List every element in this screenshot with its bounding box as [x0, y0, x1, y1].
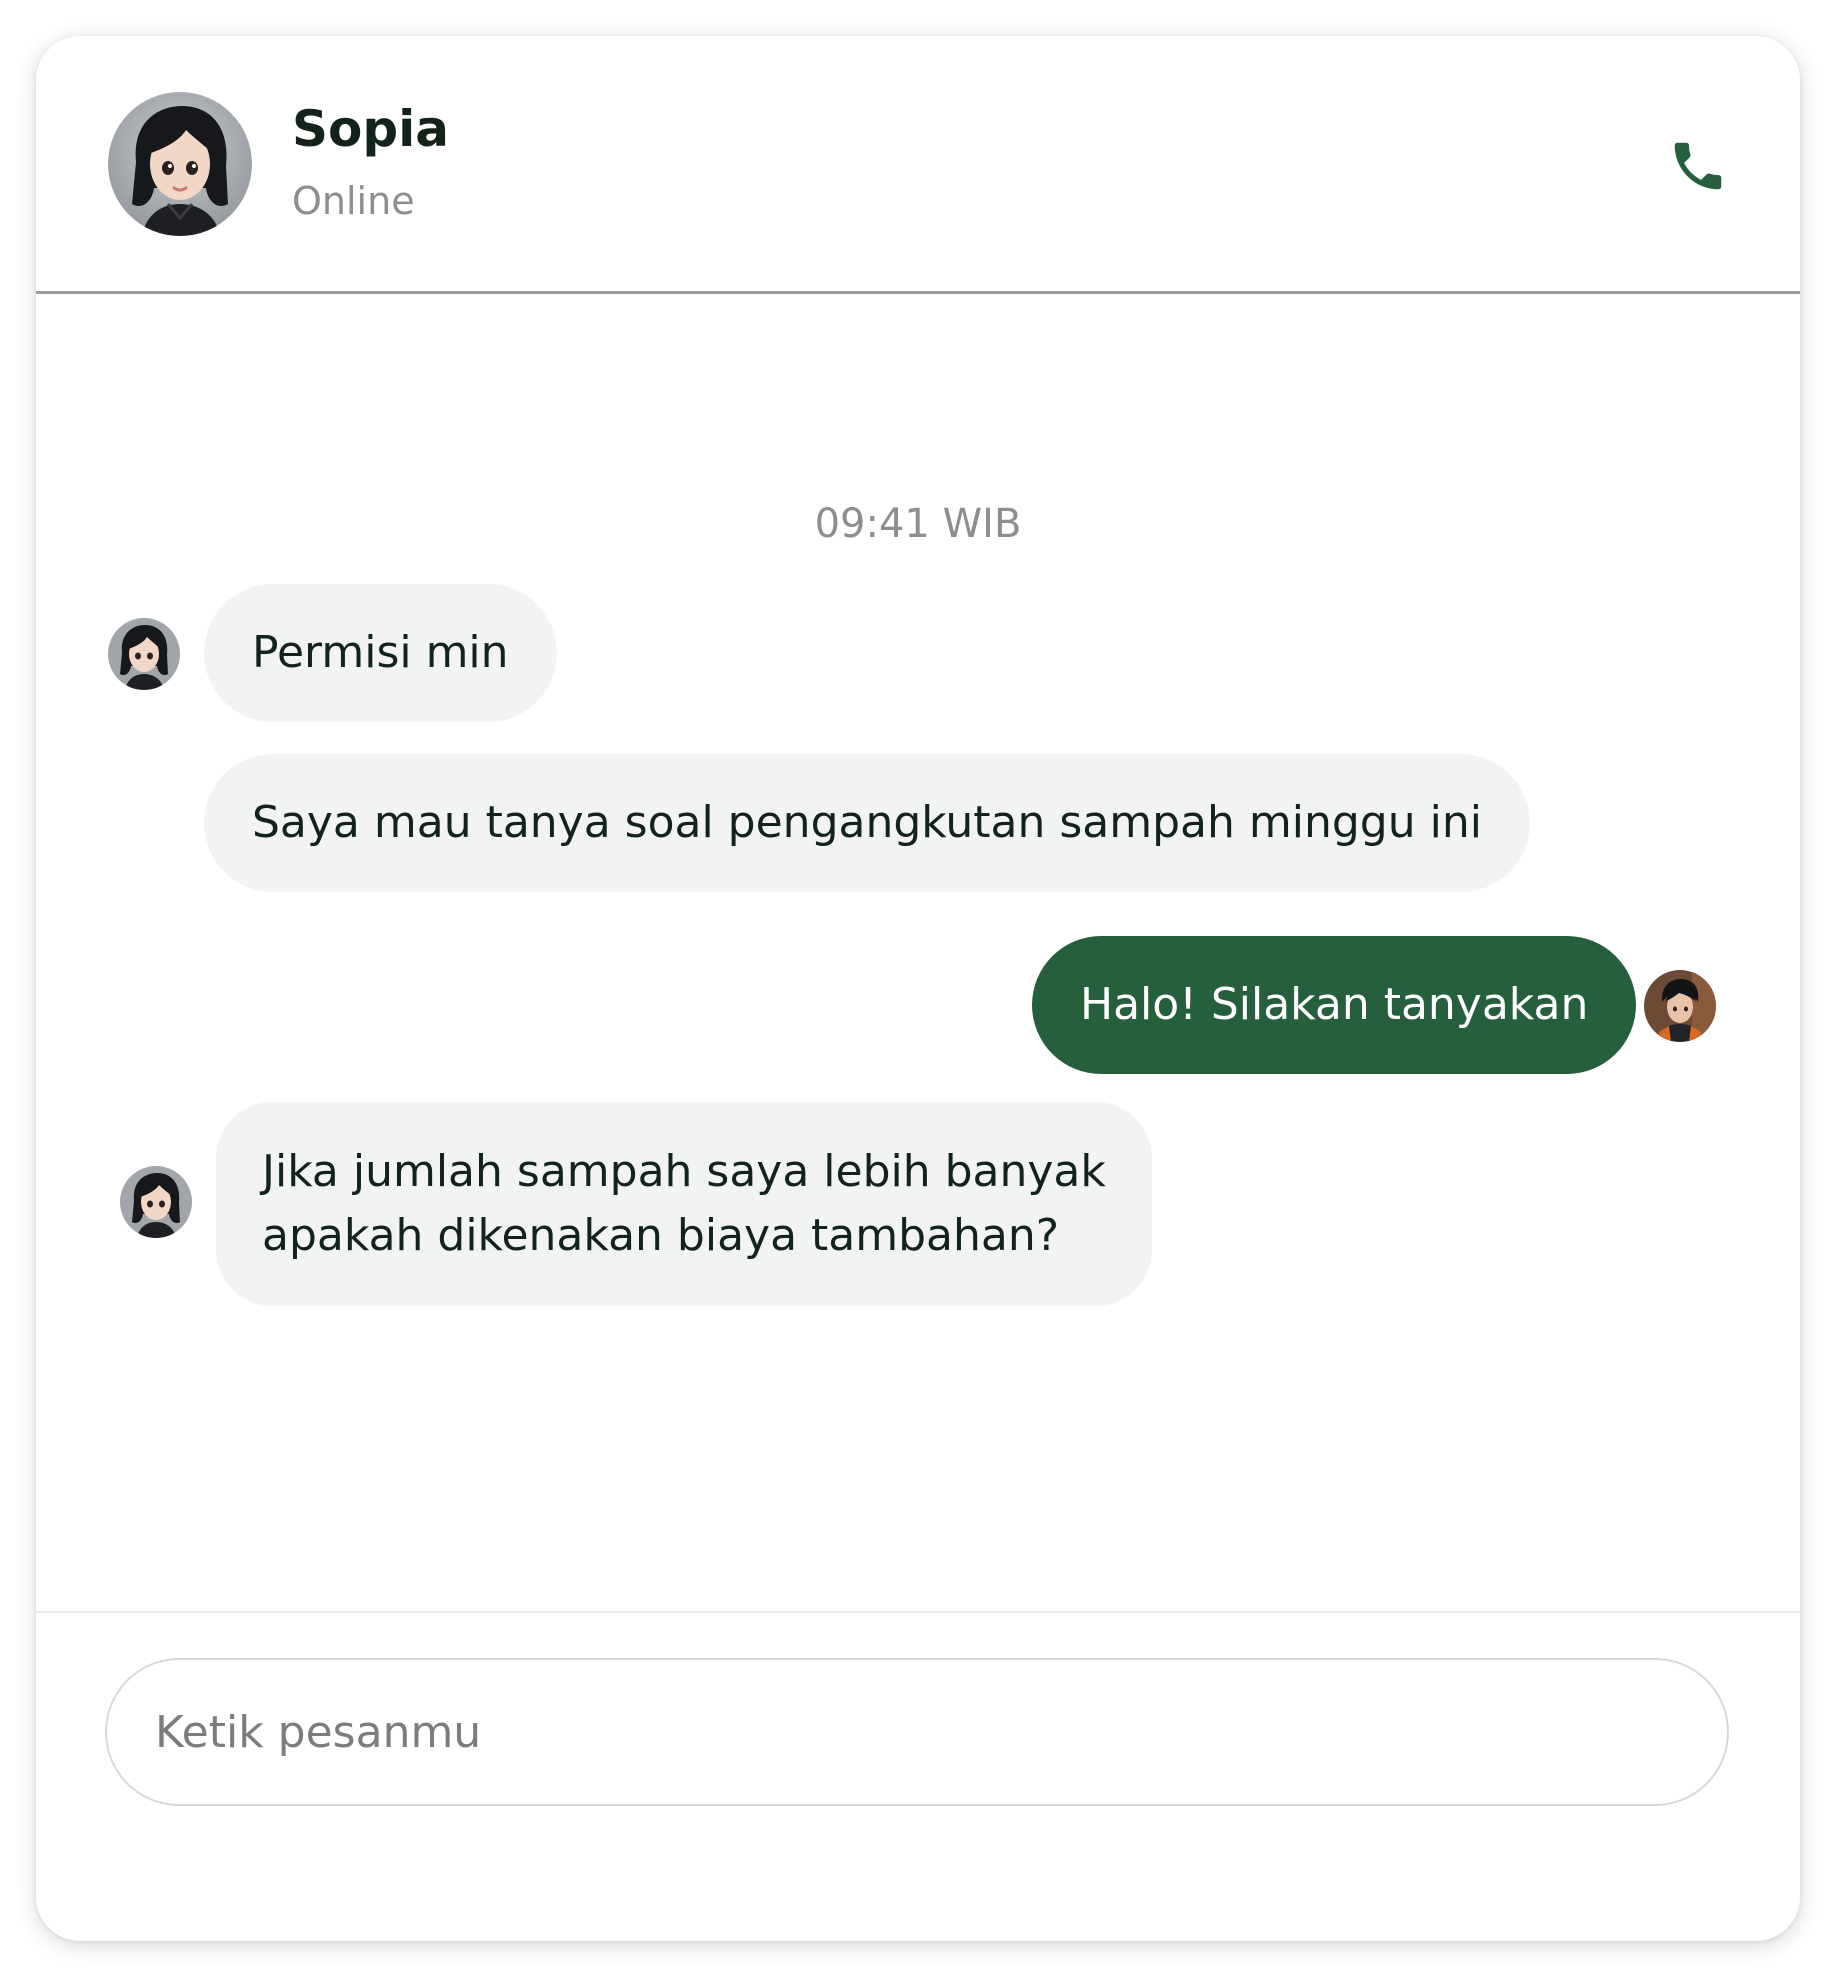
message-text: Halo! Silakan tanyakan — [1080, 979, 1589, 1030]
contact-avatar[interactable] — [108, 92, 252, 236]
composer-divider — [36, 1611, 1800, 1613]
message-text: Saya mau tanya soal pengangkutan sampah … — [252, 797, 1482, 848]
chat-header: Sopia Online — [36, 36, 1800, 294]
message-text: Permisi min — [252, 627, 509, 678]
call-button[interactable] — [1656, 124, 1740, 208]
user-avatar[interactable] — [1644, 970, 1716, 1042]
message-text-line: Jika jumlah sampah saya lebih banyak — [262, 1146, 1106, 1197]
chat-window: Sopia Online 09:41 WIB Permisi min Saya … — [36, 36, 1800, 1941]
message-text-line: apakah dikenakan biaya tambahan? — [262, 1210, 1060, 1261]
message-input[interactable] — [105, 1658, 1729, 1806]
incoming-message-bubble[interactable]: Permisi min — [204, 584, 557, 722]
message-timestamp: 09:41 WIB — [814, 501, 1022, 547]
phone-icon — [1667, 135, 1729, 197]
incoming-message-bubble[interactable]: Saya mau tanya soal pengangkutan sampah … — [204, 754, 1530, 892]
sender-avatar[interactable] — [108, 618, 180, 690]
sender-avatar[interactable] — [120, 1166, 192, 1238]
contact-name: Sopia — [292, 100, 450, 158]
outgoing-message-bubble[interactable]: Halo! Silakan tanyakan — [1032, 936, 1637, 1074]
incoming-message-bubble[interactable]: Jika jumlah sampah saya lebih banyak apa… — [216, 1102, 1152, 1306]
contact-status: Online — [292, 179, 415, 223]
